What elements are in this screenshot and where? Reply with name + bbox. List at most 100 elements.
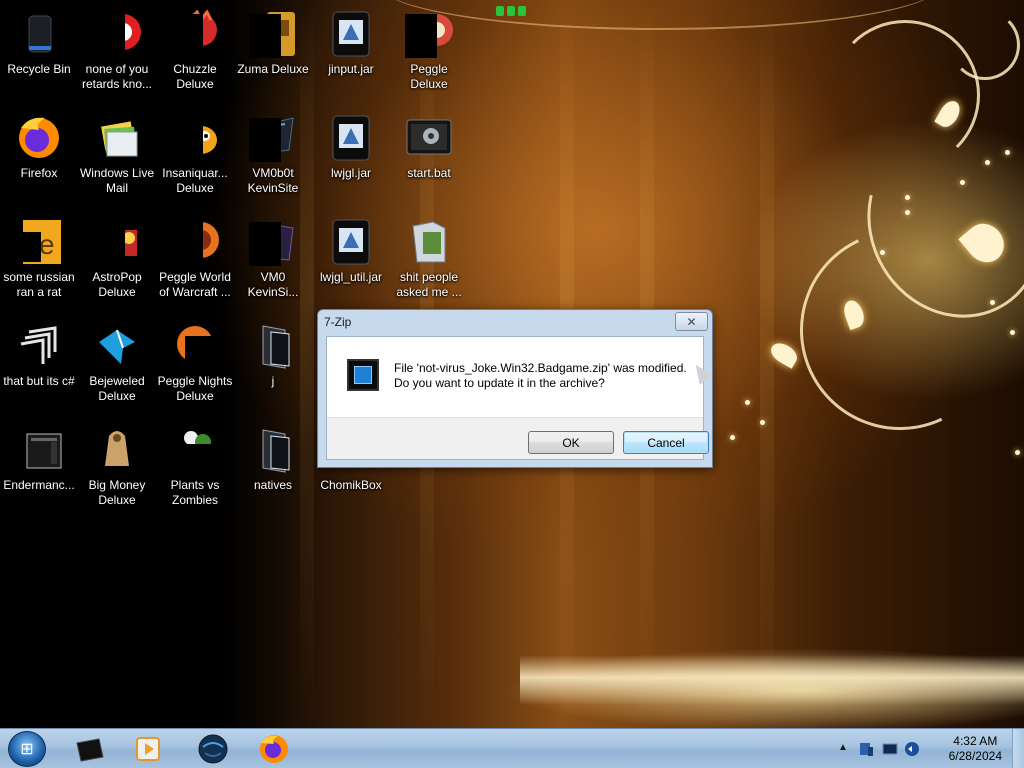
desktop-icon-vm0-kevinsi[interactable]: VM0 KevinSi... <box>234 212 312 312</box>
desktop-icon-label: Peggle World of Warcraft ... <box>159 270 231 299</box>
desktop-icon-lwjgl[interactable]: lwjgl.jar <box>312 108 390 208</box>
dialog-message: File 'not-virus_Joke.Win32.Badgame.zip' … <box>394 361 687 391</box>
desktop-icon-label: VM0b0t KevinSite <box>247 166 299 195</box>
clock-time: 4:32 AM <box>953 734 998 748</box>
shortcut-icon <box>249 218 297 266</box>
desktop-icon-label: Plants vs Zombies <box>170 478 220 507</box>
desktop-icon-label: none of you retards kno... <box>81 62 153 91</box>
desktop-icon-recycle-bin[interactable]: Recycle Bin <box>0 4 78 104</box>
show-hidden-icons-button[interactable]: ▲ <box>838 742 854 758</box>
peggle-nights-icon <box>171 322 219 370</box>
folder-icon <box>405 218 453 266</box>
zuma-icon <box>249 10 297 58</box>
svg-text:e: e <box>39 229 55 260</box>
taskbar-media-center-app[interactable] <box>120 732 176 766</box>
plants-vs-zombies-icon <box>171 426 219 474</box>
desktop-icon-label: ChomikBox <box>320 478 382 492</box>
batch-file-icon <box>405 114 453 162</box>
desktop-icon-j-folder[interactable]: j <box>234 316 312 416</box>
dialog-body: File 'not-virus_Joke.Win32.Badgame.zip' … <box>326 336 709 460</box>
dialog-title: 7-Zip <box>324 315 352 329</box>
system-tray: ▲ 4:32 AM 6/28/2024 <box>834 729 1024 768</box>
desktop-icon-some-russian[interactable]: e some russian ran a rat <box>0 212 78 312</box>
firefox-icon <box>15 114 63 162</box>
desktop-icon-label: that but its c# <box>3 374 75 388</box>
copy-icon <box>15 322 63 370</box>
dialog-message-line1: File 'not-virus_Joke.Win32.Badgame.zip' … <box>394 361 687 375</box>
desktop-icon-that-but-c[interactable]: that but its c# <box>0 316 78 416</box>
desktop-icon-peggle-nights[interactable]: Peggle Nights Deluxe <box>156 316 234 416</box>
desktop-icon-vm0b0t[interactable]: VM0b0t KevinSite <box>234 108 312 208</box>
desktop-icon-label: Zuma Deluxe <box>237 62 309 76</box>
desktop-icon-label: Windows Live Mail <box>79 166 155 195</box>
bejeweled-icon <box>93 322 141 370</box>
dialog-close-button[interactable]: ✕ <box>675 312 708 331</box>
desktop-icon-label: Big Money Deluxe <box>88 478 146 507</box>
peggle-wow-icon <box>171 218 219 266</box>
jar-file-icon <box>327 10 375 58</box>
desktop-icon-start-bat[interactable]: start.bat <box>390 108 468 208</box>
folder-icon <box>249 322 297 370</box>
redacted-app-icon: e <box>15 218 63 266</box>
desktop-icon-peggle[interactable]: Peggle Deluxe <box>390 4 468 104</box>
desktop-icon-label: AstroPop Deluxe <box>92 270 142 299</box>
desktop-icon-astropop[interactable]: AstroPop Deluxe <box>78 212 156 312</box>
desktop-icon-label: Bejeweled Deluxe <box>89 374 145 403</box>
taskbar-clock[interactable]: 4:32 AM 6/28/2024 <box>949 734 1002 764</box>
desktop-icon-label: Recycle Bin <box>7 62 71 76</box>
show-desktop-button[interactable] <box>1012 729 1024 768</box>
desktop-icon-label: jinput.jar <box>328 62 374 76</box>
network-tray-icon[interactable] <box>858 741 874 757</box>
ok-button[interactable]: OK <box>528 431 614 454</box>
taskbar-globe-app[interactable] <box>185 732 241 766</box>
dialog-message-line2: Do you want to update it in the archive? <box>394 376 605 390</box>
desktop-icon-natives[interactable]: natives <box>234 420 312 520</box>
taskbar-media-player-app[interactable] <box>62 732 118 766</box>
desktop-icon-label: Insaniquar... Deluxe <box>162 166 228 195</box>
taskbar: ⊞ ▲ 4:32 AM 6/28/2024 <box>0 728 1024 768</box>
desktop-icon-label: natives <box>253 478 293 492</box>
media-center-icon <box>136 737 160 761</box>
desktop-icon-label: Firefox <box>20 166 58 180</box>
desktop-icon-plants-vs-zombies[interactable]: Plants vs Zombies <box>156 420 234 520</box>
wallpaper-green-lights <box>496 6 526 16</box>
desktop-icon-label: Peggle Nights Deluxe <box>157 374 233 403</box>
start-button[interactable]: ⊞ <box>8 731 46 767</box>
7zip-dialog[interactable]: 7-Zip ✕ File 'not-virus_Joke.Win32.Badga… <box>317 309 713 468</box>
app-window-icon <box>15 426 63 474</box>
recycle-bin-icon <box>15 10 63 58</box>
chuzzle-icon <box>171 9 219 58</box>
volume-tray-icon[interactable] <box>904 741 920 757</box>
taskbar-firefox-app[interactable] <box>246 732 302 766</box>
desktop-icon-lwjgl-util[interactable]: lwjgl_util.jar <box>312 212 390 312</box>
desktop-icon-big-money[interactable]: Big Money Deluxe <box>78 420 156 520</box>
desktop-icon-windows-live-mail[interactable]: Windows Live Mail <box>78 108 156 208</box>
desktop-icon-label: Endermanc... <box>3 478 75 492</box>
desktop-icon-label: lwjgl.jar <box>330 166 371 180</box>
desktop-icon-bejeweled[interactable]: Bejeweled Deluxe <box>78 316 156 416</box>
desktop-icon-chuzzle[interactable]: Chuzzle Deluxe <box>156 4 234 104</box>
7zip-icon <box>347 359 379 391</box>
peggle-icon <box>405 10 453 58</box>
desktop-icon-zuma[interactable]: Zuma Deluxe <box>234 4 312 104</box>
desktop-icon-label: lwjgl_util.jar <box>319 270 383 284</box>
cancel-button[interactable]: Cancel <box>623 431 709 454</box>
desktop-icon-jinput[interactable]: jinput.jar <box>312 4 390 104</box>
shortcut-icon <box>249 114 297 162</box>
folder-icon <box>249 426 297 474</box>
monitor-tray-icon[interactable] <box>882 741 898 757</box>
desktop-icon-label: VM0 KevinSi... <box>247 270 299 299</box>
desktop-icon-insaniquarium[interactable]: Insaniquar... Deluxe <box>156 108 234 208</box>
desktop-icon-shit-people[interactable]: shit people asked me ... <box>390 212 468 312</box>
desktop-icon-label: some russian ran a rat <box>3 270 75 299</box>
desktop-icon-endermanc[interactable]: Endermanc... <box>0 420 78 520</box>
globe-icon <box>198 734 228 764</box>
clock-date: 6/28/2024 <box>948 749 1002 763</box>
media-player-icon <box>76 738 104 762</box>
desktop-icon-none-of-you[interactable]: none of you retards kno... <box>78 4 156 104</box>
jar-file-icon <box>327 218 375 266</box>
firefox-icon <box>260 735 288 763</box>
desktop-icon-label: j <box>271 374 275 388</box>
desktop-icon-firefox[interactable]: Firefox <box>0 108 78 208</box>
desktop-icon-peggle-wow[interactable]: Peggle World of Warcraft ... <box>156 212 234 312</box>
